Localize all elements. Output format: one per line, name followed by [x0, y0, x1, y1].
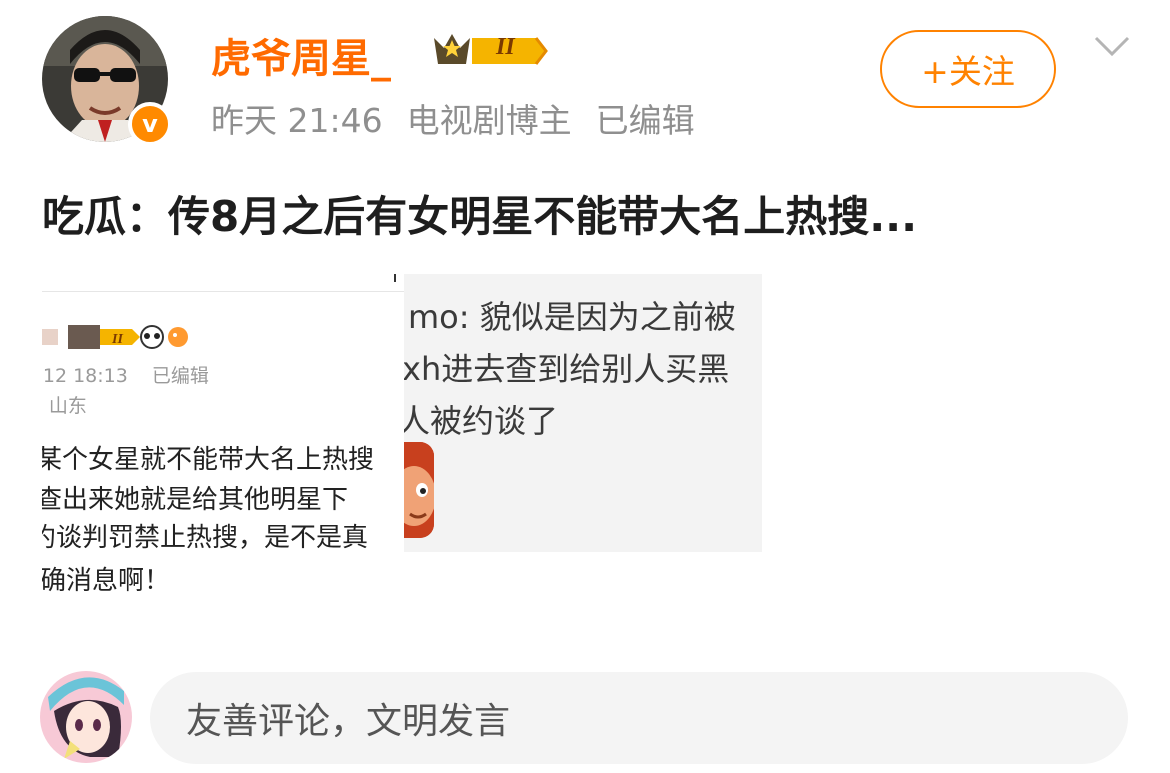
image-level-label: II: [111, 332, 123, 347]
image-text-line: 查出来她就是给其他明星下: [42, 485, 349, 515]
follow-button[interactable]: +关注: [880, 30, 1056, 108]
post-time: 昨天 21:46: [211, 101, 383, 140]
image-location: - 山东: [42, 395, 87, 417]
verified-badge-icon: v: [128, 102, 172, 146]
image-separator: [394, 274, 396, 282]
image-post-time: -12 18:13: [42, 365, 128, 387]
image-user-badges: II: [42, 323, 238, 353]
post-image-left[interactable]: II -12 18:13 已编辑 - 山东 某个女星就不能带大名上热搜 查出来她…: [42, 275, 408, 605]
image-text-line: 约谈判罚禁止热搜，是不是真: [42, 523, 369, 553]
author-tag: 电视剧博主: [406, 101, 572, 140]
image-post-meta: -12 18:13 已编辑: [42, 361, 209, 388]
level-label: II: [496, 34, 515, 60]
image-text-line: 某个女星就不能带大名上热搜: [42, 445, 375, 475]
edited-label: 已编辑: [595, 101, 695, 140]
crown-level-badge-icon: II: [432, 30, 550, 72]
username[interactable]: 虎爷周星_: [211, 26, 391, 84]
post-text: 吃瓜：传8月之后有女明星不能带大名上热搜...: [42, 192, 918, 241]
image-edited-label: 已编辑: [151, 365, 209, 387]
image-text-line: mo: 貌似是因为之前被: [408, 298, 736, 336]
my-avatar[interactable]: [40, 671, 132, 763]
chevron-down-icon[interactable]: [1092, 34, 1132, 58]
image-text-line: xh进去查到给别人买黑: [404, 350, 730, 388]
image-divider: [42, 291, 408, 292]
comment-input[interactable]: 友善评论，文明发言: [150, 672, 1128, 764]
image-text-line: 人被约谈了: [404, 402, 559, 440]
post-meta: 昨天 21:46 电视剧博主 已编辑: [211, 94, 695, 142]
post-image-right[interactable]: mo: 貌似是因为之前被 xh进去查到给别人买黑 人被约谈了: [404, 274, 762, 552]
image-text-line: 确消息啊！: [42, 566, 171, 596]
cartoon-face-icon: [404, 442, 434, 538]
